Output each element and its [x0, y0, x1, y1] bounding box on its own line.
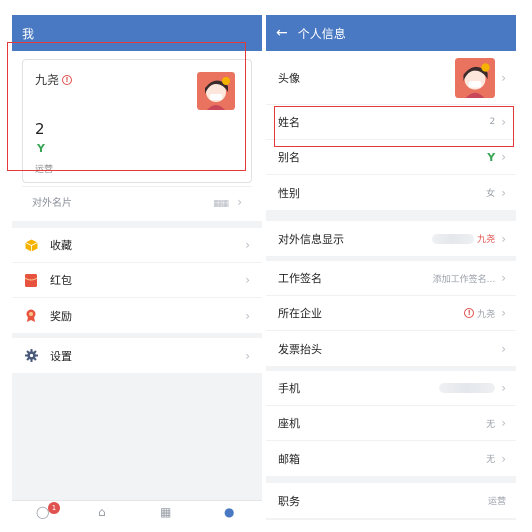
chevron-right-icon [501, 381, 506, 395]
info-group-work: 工作签名 添加工作签名... 所在企业 ! 九尧 发票抬头 [266, 261, 516, 366]
avatar [455, 57, 496, 98]
chevron-right-icon [237, 195, 242, 209]
chevron-right-icon [245, 238, 250, 252]
row-label: 别名 [278, 151, 300, 164]
row-external-info[interactable]: 对外信息显示 九尧 [266, 221, 516, 256]
row-label: 手机 [278, 382, 300, 395]
row-value: ! 九尧 [464, 307, 495, 320]
info-group-contact: 手机 座机 无 邮箱 无 [266, 371, 516, 476]
box-icon [24, 238, 38, 252]
me-title: 我 [22, 26, 35, 41]
row-value: 九尧 [432, 232, 495, 245]
grid-icon: ▦▦ [212, 198, 229, 209]
chevron-right-icon [245, 309, 250, 323]
menu-item-red-envelope[interactable]: 红包 [12, 263, 262, 298]
highlight-box [274, 106, 514, 147]
namecard-label: 对外名片 [32, 198, 72, 209]
row-value: 无 [486, 455, 496, 465]
chevron-right-icon [501, 416, 506, 430]
menu-label: 设置 [50, 349, 72, 363]
menu-item-settings[interactable]: 设置 [12, 338, 262, 373]
row-job-title: 职务 运营 [266, 483, 516, 518]
menu-label: 红包 [50, 274, 72, 287]
row-label: 发票抬头 [278, 342, 322, 356]
back-arrow-icon[interactable]: ← [276, 26, 288, 40]
row-email[interactable]: 邮箱 无 [266, 441, 516, 476]
chevron-right-icon [501, 150, 506, 164]
chevron-right-icon [501, 186, 506, 200]
chevron-right-icon [501, 232, 506, 246]
info-top-bar: ← 个人信息 [266, 15, 516, 51]
row-label: 所在企业 [278, 307, 322, 320]
menu-item-favorites[interactable]: 收藏 [12, 228, 262, 263]
info-group-external: 对外信息显示 九尧 [266, 221, 516, 256]
row-label: 工作签名 [278, 272, 322, 285]
menu-label: 奖励 [50, 309, 72, 323]
chevron-right-icon [501, 342, 506, 356]
row-label: 邮箱 [278, 452, 300, 466]
chevron-right-icon [501, 271, 506, 285]
row-enterprise[interactable]: 所在企业 ! 九尧 [266, 296, 516, 331]
gear-icon [24, 349, 38, 363]
row-invoice-title[interactable]: 发票抬头 [266, 331, 516, 366]
enterprise-value: 九尧 [477, 309, 496, 320]
chevron-right-icon [501, 306, 506, 320]
info-title: 个人信息 [297, 26, 346, 41]
row-avatar[interactable]: 头像 [266, 51, 516, 105]
chevron-right-icon [501, 71, 506, 85]
award-icon [24, 309, 38, 323]
redacted-blur [432, 233, 475, 244]
tab-me-icon[interactable]: ● [224, 505, 234, 519]
row-value: 女 [486, 189, 496, 199]
red-envelope-icon [24, 273, 38, 287]
settings-group: 设置 [12, 338, 262, 373]
row-mobile[interactable]: 手机 [266, 371, 516, 406]
bottom-tab-bar: ◯ 1 ⌂ ▦ ● [12, 500, 262, 520]
row-gender[interactable]: 性别 女 [266, 175, 516, 210]
tab-contacts-icon[interactable]: ⌂ [98, 505, 106, 519]
sprout-icon: Y [487, 150, 496, 164]
row-label: 对外信息显示 [278, 232, 344, 246]
external-namecard-row[interactable]: 对外名片 ▦▦ [22, 186, 252, 216]
info-group-job: 职务 运营 [266, 483, 516, 518]
row-label: 座机 [278, 417, 300, 430]
row-label: 性别 [278, 186, 300, 200]
highlight-box [7, 42, 246, 171]
row-value: 添加工作签名... [432, 274, 496, 285]
personal-info-screen: ← 个人信息 头像 姓名 2 别名 Y 性别 [266, 15, 516, 520]
chevron-right-icon [245, 273, 250, 287]
chevron-right-icon [501, 452, 506, 466]
row-label: 职务 [278, 494, 300, 508]
row-landline[interactable]: 座机 无 [266, 406, 516, 441]
row-value: 运营 [487, 497, 506, 507]
menu-label: 收藏 [50, 239, 72, 252]
menu-group: 收藏 红包 奖励 [12, 228, 262, 333]
external-value: 九尧 [477, 235, 496, 245]
redacted-blur [439, 383, 496, 393]
unread-badge: 1 [48, 502, 60, 514]
menu-item-rewards[interactable]: 奖励 [12, 298, 262, 333]
row-value: 无 [486, 419, 496, 430]
tab-workspace-icon[interactable]: ▦ [160, 505, 171, 519]
chevron-right-icon [245, 349, 250, 363]
alert-icon: ! [464, 308, 475, 318]
row-work-signature[interactable]: 工作签名 添加工作签名... [266, 261, 516, 296]
row-label: 头像 [278, 71, 300, 85]
